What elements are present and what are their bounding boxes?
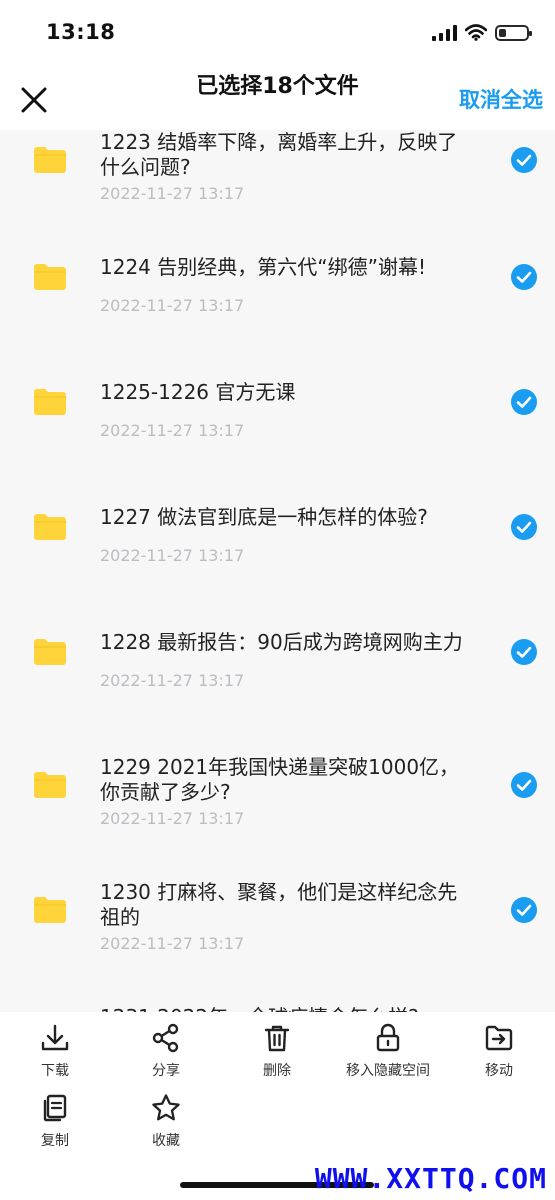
folder-icon <box>33 638 67 666</box>
folder-icon <box>33 388 67 416</box>
selected-checkmark-icon[interactable] <box>511 264 537 290</box>
file-date: 2022-11-27 13:17 <box>100 671 245 690</box>
file-name: 1229 2021年我国快递量突破1000亿，你贡献了多少? <box>100 755 460 804</box>
selection-header: 已选择18个文件 取消全选 <box>0 64 555 130</box>
selected-checkmark-icon[interactable] <box>511 639 537 665</box>
file-list[interactable]: 1223 结婚率下降，离婚率上升，反映了什么问题? 2022-11-27 13:1… <box>0 130 555 1012</box>
file-name: 1231 2022年，全球疫情会怎么样? <box>100 1005 470 1012</box>
file-date: 2022-11-27 13:17 <box>100 296 245 315</box>
share-button[interactable]: 分享 <box>111 1022 221 1080</box>
status-time: 13:18 <box>46 20 116 44</box>
file-date: 2022-11-27 13:17 <box>100 809 245 828</box>
delete-button[interactable]: 删除 <box>222 1022 332 1080</box>
trash-icon <box>264 1025 290 1052</box>
file-row[interactable]: 1227 做法官到底是一种怎样的体验? 2022-11-27 13:17 <box>0 495 555 605</box>
folder-icon <box>33 513 67 541</box>
file-name: 1227 做法官到底是一种怎样的体验? <box>100 505 428 529</box>
file-row[interactable]: 1230 打麻将、聚餐，他们是这样纪念先祖的 2022-11-27 13:17 <box>0 870 555 980</box>
move-to-hidden-space-button[interactable]: 移入隐藏空间 <box>333 1022 443 1080</box>
selected-checkmark-icon[interactable] <box>511 147 537 173</box>
file-date: 2022-11-27 13:17 <box>100 184 245 203</box>
wifi-icon <box>465 24 487 41</box>
selected-checkmark-icon[interactable] <box>511 389 537 415</box>
file-row[interactable]: 1225-1226 官方无课 2022-11-27 13:17 <box>0 370 555 480</box>
share-label: 分享 <box>152 1063 180 1079</box>
file-date: 2022-11-27 13:17 <box>100 421 245 440</box>
copy-button[interactable]: 复制 <box>0 1092 110 1150</box>
battery-icon <box>495 24 532 41</box>
move-icon <box>485 1025 513 1051</box>
lock-icon <box>376 1023 400 1052</box>
move-to-hidden-space-label: 移入隐藏空间 <box>346 1063 430 1079</box>
file-date: 2022-11-27 13:17 <box>100 934 245 953</box>
file-name: 1223 结婚率下降，离婚率上升，反映了什么问题? <box>100 130 458 179</box>
file-name: 1224 告别经典，第六代“绑德”谢幕! <box>100 255 426 279</box>
file-name: 1228 最新报告：90后成为跨境网购主力 <box>100 630 463 654</box>
folder-icon <box>33 263 67 291</box>
file-row[interactable]: 1228 最新报告：90后成为跨境网购主力 2022-11-27 13:17 <box>0 620 555 730</box>
watermark: WWW.XXTTQ.COM <box>314 1162 547 1195</box>
share-icon <box>152 1023 179 1053</box>
folder-icon <box>33 896 67 924</box>
file-row[interactable]: 1231 2022年，全球疫情会怎么样? <box>0 995 555 1012</box>
copy-icon <box>43 1094 67 1122</box>
copy-label: 复制 <box>41 1133 69 1149</box>
cellular-signal-icon <box>432 24 457 41</box>
folder-icon <box>33 146 67 174</box>
file-row[interactable]: 1224 告别经典，第六代“绑德”谢幕! 2022-11-27 13:17 <box>0 245 555 355</box>
file-row[interactable]: 1229 2021年我国快递量突破1000亿，你贡献了多少? 2022-11-27… <box>0 745 555 855</box>
file-name: 1225-1226 官方无课 <box>100 380 296 404</box>
status-icons <box>432 24 532 41</box>
favorite-label: 收藏 <box>152 1133 180 1149</box>
delete-label: 删除 <box>263 1063 291 1079</box>
selected-checkmark-icon[interactable] <box>511 897 537 923</box>
favorite-button[interactable]: 收藏 <box>111 1092 221 1150</box>
download-button[interactable]: 下载 <box>0 1022 110 1080</box>
move-button[interactable]: 移动 <box>444 1022 554 1080</box>
star-icon <box>152 1094 180 1121</box>
status-bar: 13:18 <box>0 0 555 64</box>
download-icon <box>41 1024 69 1051</box>
selected-checkmark-icon[interactable] <box>511 514 537 540</box>
file-date: 2022-11-27 13:17 <box>100 546 245 565</box>
file-row[interactable]: 1223 结婚率下降，离婚率上升，反映了什么问题? 2022-11-27 13:1… <box>0 130 555 230</box>
selected-checkmark-icon[interactable] <box>511 772 537 798</box>
battery-level <box>499 28 506 37</box>
cancel-select-all-button[interactable]: 取消全选 <box>459 84 543 114</box>
download-label: 下载 <box>41 1063 69 1079</box>
folder-icon <box>33 771 67 799</box>
move-label: 移动 <box>485 1063 513 1079</box>
file-name: 1230 打麻将、聚餐，他们是这样纪念先祖的 <box>100 880 458 929</box>
